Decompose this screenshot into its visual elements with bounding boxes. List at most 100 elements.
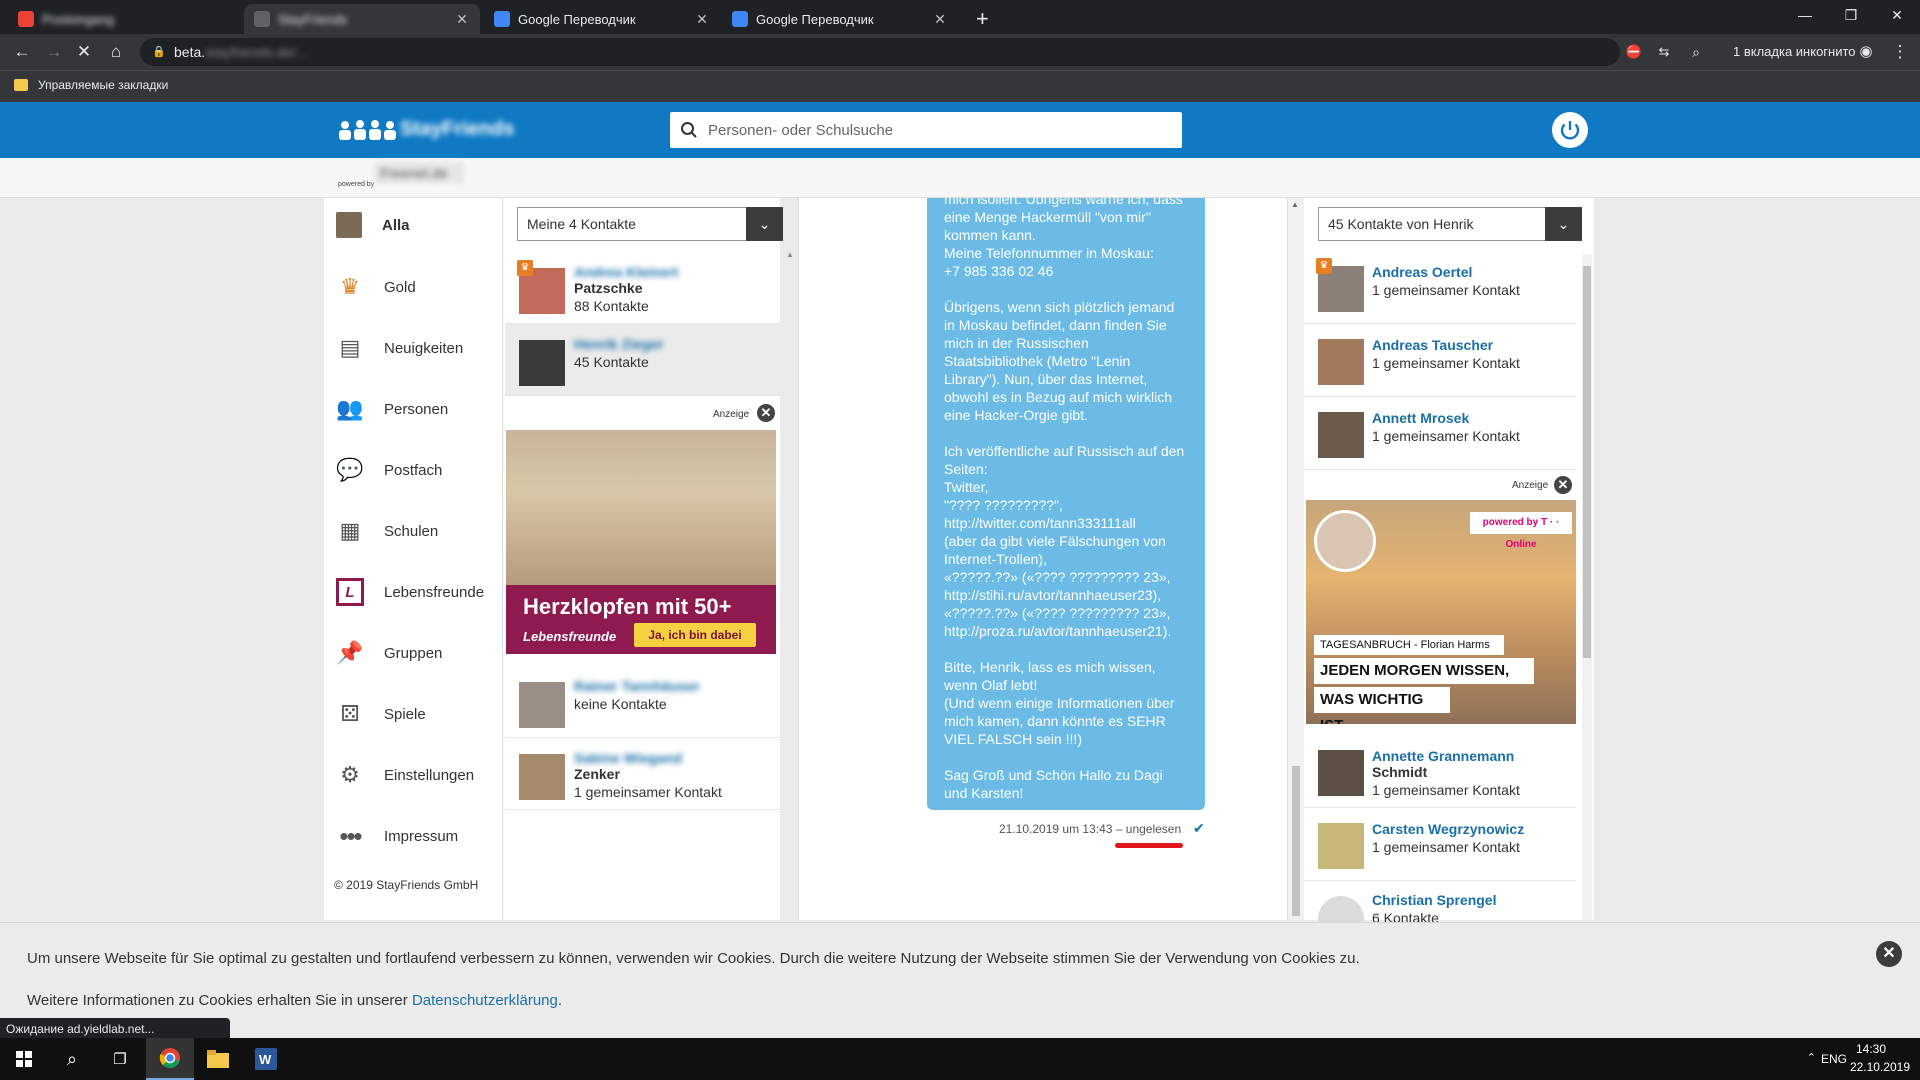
sidebar-item-einstellungen[interactable]: ⚙ Einstellungen: [336, 761, 474, 789]
contact-item[interactable]: Rainer Tannhäuser keine Kontakte: [505, 666, 781, 738]
contact-count: 1 gemeinsamer Kontakt: [1372, 782, 1520, 798]
sidebar-item-label: Lebensfreunde: [384, 583, 485, 601]
close-tab-icon[interactable]: ✕: [932, 11, 948, 28]
translate-icon[interactable]: ⇆: [1654, 42, 1674, 62]
sidebar-item-postfach[interactable]: 💬 Postfach: [336, 456, 442, 484]
sidebar-item-gruppen[interactable]: 📌 Gruppen: [336, 639, 442, 667]
logout-button[interactable]: [1552, 112, 1588, 148]
close-tab-icon[interactable]: ✕: [454, 11, 470, 28]
contact-name[interactable]: Andreas Oertel: [1372, 264, 1472, 280]
close-tab-icon[interactable]: ✕: [694, 11, 710, 28]
search-input[interactable]: Personen- oder Schulsuche: [670, 112, 1182, 148]
lebensfreunde-ad[interactable]: Herzklopfen mit 50+ Lebensfreunde Ja, ic…: [506, 430, 776, 654]
contact-count: 1 gemeinsamer Kontakt: [1372, 355, 1520, 371]
ad-badge: powered by T · · Online: [1470, 512, 1572, 550]
cookie-banner: Um unsere Webseite für Sie optimal zu ge…: [0, 922, 1920, 1038]
browser-status-text: Ожидание ad.yieldlab.net...: [0, 1018, 230, 1040]
close-ad-icon[interactable]: ✕: [1554, 476, 1572, 494]
back-icon[interactable]: ←: [12, 42, 32, 62]
copyright: © 2019 StayFriends GmbH: [334, 878, 479, 892]
browser-tab-3[interactable]: Google Переводчик ✕: [484, 4, 720, 34]
menu-dots-icon[interactable]: ⋮: [1890, 42, 1910, 62]
mutual-contacts-dropdown[interactable]: 45 Kontakte von Henrik ⌄: [1318, 207, 1582, 241]
language-indicator[interactable]: ENG: [1821, 1052, 1847, 1066]
sidebar-item-personen[interactable]: 👥 Personen: [336, 395, 448, 423]
contact-name[interactable]: Andrea Kleinert: [574, 264, 678, 280]
sidebar-item-gold[interactable]: ♛ Gold: [336, 273, 416, 301]
contact-item[interactable]: ♛ Andreas Oertel 1 gemeinsamer Kontakt: [1304, 252, 1576, 324]
incognito-icon[interactable]: ◉: [1856, 42, 1876, 62]
browser-tab-2[interactable]: StayFriends ✕: [244, 4, 480, 34]
bookmark-folder[interactable]: Управляемые закладки: [14, 78, 168, 92]
contact-item-selected[interactable]: Henrik Zieger 45 Kontakte: [505, 324, 781, 396]
chevron-down-icon[interactable]: ⌄: [1545, 207, 1582, 241]
ad-line-3: WAS WICHTIG IST: [1314, 687, 1450, 724]
tray-expand-icon[interactable]: ⌃: [1807, 1051, 1816, 1064]
home-icon[interactable]: ⌂: [106, 42, 126, 62]
message-scrollbar[interactable]: ▲: [1288, 198, 1304, 920]
contacts-dropdown[interactable]: Meine 4 Kontakte ⌄: [517, 207, 783, 241]
sidebar-item-schulen[interactable]: ▦ Schulen: [336, 517, 439, 545]
task-view-icon[interactable]: ❐: [96, 1038, 144, 1080]
privacy-link[interactable]: Datenschutzerklärung: [412, 992, 558, 1009]
contact-name[interactable]: Annett Mrosek: [1372, 410, 1469, 426]
scrollbar-thumb[interactable]: [1583, 266, 1591, 658]
t-online-ad[interactable]: powered by T · · Online TAGESANBRUCH - F…: [1306, 500, 1576, 724]
stop-icon[interactable]: ✕: [74, 42, 94, 62]
scrollbar-thumb[interactable]: [1292, 766, 1300, 916]
minimize-icon[interactable]: —: [1782, 0, 1828, 30]
file-explorer-icon[interactable]: [194, 1038, 242, 1080]
chrome-app-icon[interactable]: [146, 1038, 194, 1080]
contacts-scrollbar[interactable]: [1582, 254, 1592, 920]
browser-tab-4[interactable]: Google Переводчик ✕: [722, 4, 958, 34]
message-paragraph: Ich veröffentliche auf Russisch auf den …: [944, 443, 1185, 639]
site-brand: StayFriends: [400, 118, 515, 140]
contact-name[interactable]: Sabine Wiegand: [574, 750, 682, 766]
sidebar-item-neuigkeiten[interactable]: ▤ Neuigkeiten: [336, 334, 464, 362]
windows-start-icon[interactable]: [0, 1038, 48, 1080]
contact-surname: Zenker: [574, 766, 620, 782]
site-logo[interactable]: StayFriends: [338, 114, 523, 146]
sidebar-item-alla[interactable]: Alla: [336, 212, 410, 238]
avatar: [1318, 412, 1364, 458]
sidebar-item-spiele[interactable]: ⚄ Spiele: [336, 700, 425, 728]
contact-item[interactable]: Sabine Wiegand Zenker 1 gemeinsamer Kont…: [505, 738, 781, 810]
bookmark-folder-label: Управляемые закладки: [38, 78, 169, 92]
zoom-icon[interactable]: ⌕: [1686, 42, 1706, 62]
restore-icon[interactable]: ❐: [1828, 0, 1874, 30]
search-icon[interactable]: ⌕: [48, 1038, 96, 1080]
forward-icon[interactable]: →: [44, 42, 64, 62]
close-ad-icon[interactable]: ✕: [757, 404, 775, 422]
gold-crown-icon: ♛: [517, 260, 533, 276]
clock-time[interactable]: 14:30: [1846, 1042, 1896, 1056]
contact-name[interactable]: Henrik Zieger: [574, 336, 663, 352]
word-app-icon[interactable]: W: [242, 1038, 290, 1080]
address-bar[interactable]: 🔒 beta.stayfriends.de/...: [140, 38, 1620, 66]
incognito-label[interactable]: 1 вкладка инкогнито: [1733, 34, 1856, 70]
sidebar-item-lebensfreunde[interactable]: L Lebensfreunde: [336, 578, 484, 606]
adblock-icon[interactable]: ⛔: [1624, 42, 1644, 62]
contact-item[interactable]: Annett Mrosek 1 gemeinsamer Kontakt: [1304, 398, 1576, 470]
powered-by-bar: powered by Freenet.de: [0, 158, 1920, 198]
partner-logo[interactable]: Freenet.de: [374, 162, 464, 184]
contact-item[interactable]: Carsten Wegrzynowicz 1 gemeinsamer Konta…: [1304, 809, 1576, 881]
contact-name[interactable]: Christian Sprengel: [1372, 892, 1496, 908]
browser-tab-1[interactable]: Posteingang: [8, 4, 244, 34]
scroll-up-icon[interactable]: ▲: [1291, 200, 1299, 209]
clock-date[interactable]: 22.10.2019: [1850, 1060, 1910, 1074]
close-cookie-icon[interactable]: ✕: [1876, 941, 1902, 967]
contact-name[interactable]: Rainer Tannhäuser: [574, 678, 700, 694]
scroll-up-icon[interactable]: ▲: [786, 250, 794, 259]
contact-name[interactable]: Annette Grannemann: [1372, 748, 1514, 764]
ad-cta-button[interactable]: Ja, ich bin dabei: [634, 623, 756, 647]
contact-item[interactable]: Andreas Tauscher 1 gemeinsamer Kontakt: [1304, 325, 1576, 397]
contact-item[interactable]: ♛ Andrea Kleinert Patzschke 88 Kontakte: [505, 252, 781, 324]
sidebar-item-impressum[interactable]: ••• Impressum: [336, 821, 458, 851]
new-tab-button[interactable]: +: [966, 4, 1006, 34]
chevron-down-icon[interactable]: ⌄: [746, 207, 783, 241]
contact-name[interactable]: Carsten Wegrzynowicz: [1372, 821, 1524, 837]
contact-name[interactable]: Andreas Tauscher: [1372, 337, 1493, 353]
ad-line-2: JEDEN MORGEN WISSEN,: [1314, 658, 1534, 684]
contact-item[interactable]: Annette Grannemann Schmidt 1 gemeinsamer…: [1304, 736, 1576, 808]
close-window-icon[interactable]: ✕: [1874, 0, 1920, 30]
